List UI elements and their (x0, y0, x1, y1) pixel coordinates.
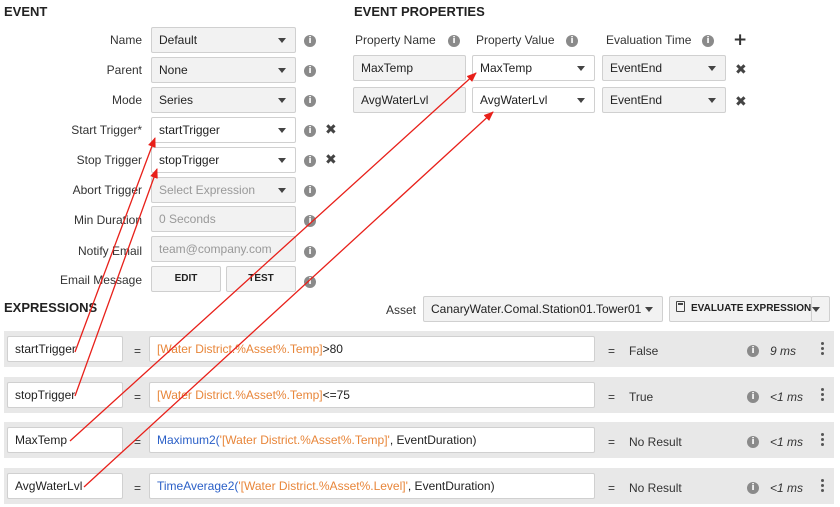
kebab-menu-icon[interactable] (821, 479, 824, 494)
start-trigger-select[interactable]: startTrigger (151, 117, 296, 143)
property-name-header: Property Name (355, 33, 436, 47)
equals-sign: = (134, 344, 142, 358)
clear-stop-trigger-icon[interactable]: ✖ (325, 153, 337, 167)
expression-function: Maximum2( (157, 433, 220, 447)
clear-start-trigger-icon[interactable]: ✖ (325, 123, 337, 137)
property-value-select[interactable]: MaxTemp (472, 55, 595, 81)
expression-function: TimeAverage2( (157, 479, 239, 493)
expression-tail: >80 (322, 342, 343, 356)
info-icon[interactable]: i (448, 35, 460, 47)
abort-trigger-label: Abort Trigger (72, 183, 142, 197)
asset-label: Asset (386, 303, 417, 317)
kebab-menu-icon[interactable] (821, 388, 824, 403)
notify-email-input[interactable]: team@company.com (151, 236, 296, 262)
evaluation-time-select[interactable]: EventEnd (602, 55, 726, 81)
remove-property-icon[interactable]: ✖ (735, 63, 747, 77)
event-section-title: EVENT (4, 4, 48, 19)
info-icon[interactable]: i (304, 276, 316, 288)
calculator-icon (676, 301, 685, 312)
expressions-title: EXPRESSIONS (4, 300, 98, 315)
property-name-input[interactable]: AvgWaterLvl (353, 87, 466, 113)
info-icon[interactable]: i (304, 155, 316, 167)
expression-input[interactable]: TimeAverage2('[Water District.%Asset%.Le… (149, 473, 595, 499)
expression-name-input[interactable]: stopTrigger (7, 382, 123, 408)
evaluate-expressions-button[interactable]: EVALUATE EXPRESSIONS (669, 296, 812, 322)
evaluate-expressions-label: EVALUATE EXPRESSIONS (691, 303, 812, 314)
info-icon[interactable]: i (304, 215, 316, 227)
info-icon[interactable]: i (304, 125, 316, 137)
test-button[interactable]: TEST (226, 266, 296, 292)
min-duration-label: Min Duration (73, 213, 142, 227)
equals-sign: = (134, 435, 142, 449)
equals-sign: = (134, 481, 142, 495)
expression-tag-reference: [Water District.%Asset%.Temp] (157, 342, 323, 356)
info-icon[interactable]: i (304, 95, 316, 107)
evaluation-time-select[interactable]: EventEnd (602, 87, 726, 113)
info-icon[interactable]: i (566, 35, 578, 47)
expression-name-input[interactable]: AvgWaterLvl (7, 473, 123, 499)
equals-sign: = (608, 390, 616, 404)
stop-trigger-select[interactable]: stopTrigger (151, 147, 296, 173)
expression-result: No Result (629, 481, 682, 495)
evaluate-options-dropdown[interactable] (811, 296, 830, 322)
equals-sign: = (134, 390, 142, 404)
name-label: Name (109, 33, 142, 47)
mode-select[interactable]: Series (151, 87, 296, 113)
expression-input[interactable]: Maximum2('[Water District.%Asset%.Temp]'… (149, 427, 595, 453)
start-trigger-label: Start Trigger* (71, 123, 142, 137)
parent-select[interactable]: None (151, 57, 296, 83)
expression-tail: , EventDuration) (389, 433, 477, 447)
abort-trigger-select[interactable]: Select Expression (151, 177, 296, 203)
expression-tail: , EventDuration) (407, 479, 495, 493)
info-icon[interactable]: i (304, 65, 316, 77)
expression-timing: <1 ms (770, 435, 804, 449)
kebab-menu-icon[interactable] (821, 342, 824, 357)
info-icon[interactable]: i (747, 482, 759, 494)
name-select[interactable]: Default (151, 27, 296, 53)
info-icon[interactable]: i (747, 436, 759, 448)
expression-name-input[interactable]: MaxTemp (7, 427, 123, 453)
info-icon[interactable]: i (747, 391, 759, 403)
min-duration-input[interactable]: 0 Seconds (151, 206, 296, 232)
info-icon[interactable]: i (304, 35, 316, 47)
stop-trigger-label: Stop Trigger (76, 153, 142, 167)
property-value-select[interactable]: AvgWaterLvl (472, 87, 595, 113)
expression-input[interactable]: [Water District.%Asset%.Temp]>80 (149, 336, 595, 362)
add-property-icon[interactable]: + (733, 32, 747, 49)
email-message-label: Email Message (59, 273, 142, 287)
expression-timing: <1 ms (770, 481, 804, 495)
notify-email-label: Notify Email (77, 244, 142, 258)
equals-sign: = (608, 481, 616, 495)
evaluation-time-header: Evaluation Time (606, 33, 692, 47)
property-value-header: Property Value (476, 33, 555, 47)
expression-result: True (629, 390, 654, 404)
expression-input[interactable]: [Water District.%Asset%.Temp]<=75 (149, 382, 595, 408)
event-properties-title: EVENT PROPERTIES (354, 4, 485, 19)
asset-select[interactable]: CanaryWater.Comal.Station01.Tower01 (423, 296, 663, 322)
expression-tag-reference: '[Water District.%Asset%.Level]' (238, 479, 408, 493)
expression-timing: 9 ms (770, 344, 797, 358)
equals-sign: = (608, 435, 616, 449)
edit-button[interactable]: EDIT (151, 266, 221, 292)
info-icon[interactable]: i (304, 246, 316, 258)
expression-tail: <=75 (322, 388, 350, 402)
info-icon[interactable]: i (747, 345, 759, 357)
property-name-input[interactable]: MaxTemp (353, 55, 466, 81)
remove-property-icon[interactable]: ✖ (735, 95, 747, 109)
expression-name-input[interactable]: startTrigger (7, 336, 123, 362)
info-icon[interactable]: i (304, 185, 316, 197)
expression-result: No Result (629, 435, 682, 449)
expression-timing: <1 ms (770, 390, 804, 404)
mode-label: Mode (111, 93, 142, 107)
equals-sign: = (608, 344, 616, 358)
parent-label: Parent (106, 63, 142, 77)
expression-tag-reference: '[Water District.%Asset%.Temp]' (219, 433, 390, 447)
info-icon[interactable]: i (702, 35, 714, 47)
kebab-menu-icon[interactable] (821, 433, 824, 448)
expression-tag-reference: [Water District.%Asset%.Temp] (157, 388, 323, 402)
expression-result: False (629, 344, 659, 358)
